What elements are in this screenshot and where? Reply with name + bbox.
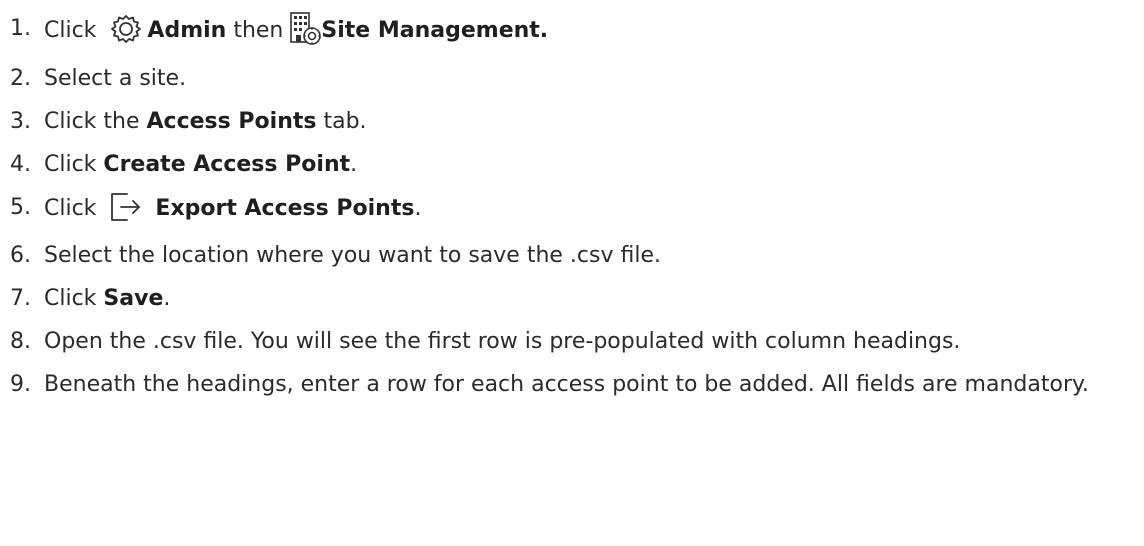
site-management-label: Site Management.	[321, 18, 549, 43]
step-text: Beneath the headings, enter a row for ea…	[44, 372, 1089, 397]
step-number: 3.	[10, 109, 31, 134]
step-text-suffix: .	[163, 286, 171, 311]
step-text-then: then	[233, 18, 284, 43]
steps-list: 1. Click Admin then Site Management. 2. …	[0, 11, 1144, 400]
step-number: 2.	[10, 66, 31, 91]
step-number: 7.	[10, 286, 31, 311]
step-1: 1. Click Admin then Site Management.	[0, 11, 1114, 48]
step-text: Select the location where you want to sa…	[44, 243, 661, 268]
step-7: 7. Click Save.	[0, 284, 1114, 314]
step-text: Open the .csv file. You will see the fir…	[44, 329, 961, 354]
step-text-prefix: Click	[44, 152, 97, 177]
step-text-prefix: Click	[44, 196, 97, 221]
step-number: 8.	[10, 329, 31, 354]
step-text-prefix: Click	[44, 286, 97, 311]
step-text: Select a site.	[44, 66, 187, 91]
admin-label: Admin	[147, 18, 227, 43]
export-arrow-icon	[109, 191, 149, 223]
step-9: 9. Beneath the headings, enter a row for…	[0, 370, 1114, 400]
building-gear-icon	[289, 11, 322, 45]
instructions-page: 1. Click Admin then Site Management. 2. …	[0, 0, 1144, 546]
step-2: 2. Select a site.	[0, 64, 1114, 94]
step-number: 6.	[10, 243, 31, 268]
step-text-click: Click	[44, 18, 97, 43]
step-5: 5. Click Export Access Points.	[0, 193, 1114, 225]
step-number: 9.	[10, 372, 31, 397]
gear-icon	[109, 14, 143, 44]
step-number: 1.	[10, 16, 31, 41]
step-text-suffix: .	[414, 196, 422, 221]
create-access-point-label: Create Access Point	[103, 152, 351, 177]
step-text-prefix: Click the	[44, 109, 140, 134]
step-3: 3. Click the Access Points tab.	[0, 107, 1114, 137]
step-number: 4.	[10, 152, 31, 177]
access-points-tab-label: Access Points	[146, 109, 317, 134]
save-label: Save	[103, 286, 164, 311]
step-8: 8. Open the .csv file. You will see the …	[0, 327, 1114, 357]
step-text-suffix: tab.	[323, 109, 367, 134]
step-4: 4. Click Create Access Point.	[0, 150, 1114, 180]
step-6: 6. Select the location where you want to…	[0, 241, 1114, 271]
export-access-points-label: Export Access Points	[155, 196, 415, 221]
step-number: 5.	[10, 195, 31, 220]
step-text-suffix: .	[350, 152, 358, 177]
